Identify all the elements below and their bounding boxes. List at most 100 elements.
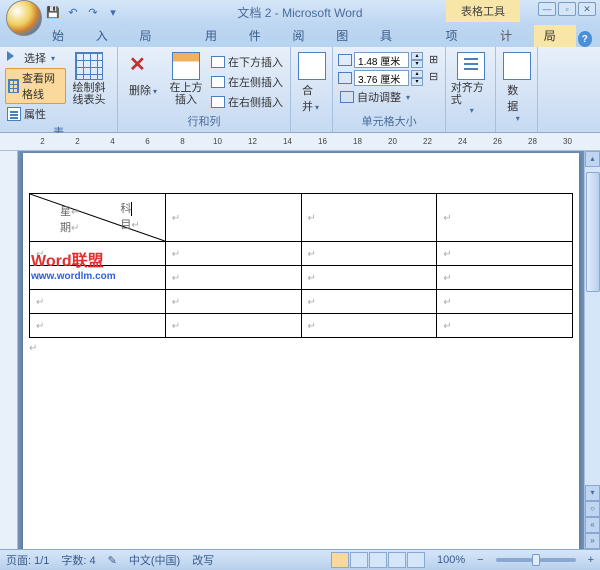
- status-bar: 页面: 1/1 字数: 4 ✎ 中文(中国) 改写 100% − +: [0, 549, 600, 570]
- save-icon[interactable]: 💾: [45, 5, 61, 21]
- ribbon-group-merge: 合并▾: [291, 47, 333, 132]
- grid-icon: [8, 79, 19, 93]
- table-cell[interactable]: ↵: [437, 290, 573, 314]
- group-label-rowcol: 行和列: [123, 112, 285, 130]
- table-cell[interactable]: ↵: [301, 290, 437, 314]
- table-cell[interactable]: ↵: [165, 314, 301, 338]
- distribute-rows-icon: ⊞: [429, 53, 438, 66]
- header-bottom-text: 星↵期↵: [60, 203, 79, 235]
- zoom-out-button[interactable]: −: [477, 554, 483, 566]
- width-up-button[interactable]: ▴: [411, 70, 423, 78]
- minimize-button[interactable]: —: [538, 2, 556, 16]
- zoom-level[interactable]: 100%: [437, 554, 465, 566]
- height-down-button[interactable]: ▾: [411, 60, 423, 68]
- close-button[interactable]: ✕: [578, 2, 596, 16]
- scroll-up-button[interactable]: ▴: [585, 151, 600, 167]
- quick-access-toolbar: 💾 ↶ ↷ ▾: [45, 5, 121, 21]
- col-width-input[interactable]: [354, 70, 409, 86]
- table-cell[interactable]: ↵: [165, 266, 301, 290]
- language-indicator[interactable]: 中文(中国): [129, 552, 180, 568]
- insert-below-icon: [211, 56, 225, 68]
- document-page[interactable]: Word联盟 www.wordlm.com 科目↵ 星↵期↵ ↵ ↵ ↵ ↵↵↵…: [23, 153, 579, 549]
- ruler-horizontal[interactable]: 224681012141618202224262830: [0, 133, 600, 151]
- redo-icon[interactable]: ↷: [85, 5, 101, 21]
- table-cell[interactable]: ↵: [437, 194, 573, 242]
- zoom-in-button[interactable]: +: [588, 554, 594, 566]
- browse-object-button[interactable]: ○: [585, 501, 600, 517]
- table-cell[interactable]: ↵: [301, 242, 437, 266]
- gridlines-button[interactable]: 查看网格线: [5, 68, 66, 104]
- table-row[interactable]: ↵↵↵↵: [30, 290, 573, 314]
- distribute-cols-icon: ⊟: [429, 70, 438, 83]
- width-icon: [338, 72, 352, 84]
- height-up-button[interactable]: ▴: [411, 52, 423, 60]
- prev-page-button[interactable]: «: [585, 517, 600, 533]
- scroll-track[interactable]: [585, 167, 600, 485]
- ribbon-group-rowcol: 删除▾ 在上方插入 在下方插入 在左侧插入 在右侧插入 行和列: [118, 47, 291, 132]
- table-cell[interactable]: ↵: [437, 314, 573, 338]
- autofit-button[interactable]: 自动调整▾: [338, 88, 423, 106]
- page-indicator[interactable]: 页面: 1/1: [6, 552, 49, 568]
- office-button[interactable]: [6, 0, 42, 36]
- align-icon: [457, 52, 485, 80]
- width-down-button[interactable]: ▾: [411, 78, 423, 86]
- group-label-merge: [296, 128, 327, 130]
- next-page-button[interactable]: »: [585, 533, 600, 549]
- table-cell[interactable]: ↵: [437, 266, 573, 290]
- cursor-icon: [7, 51, 21, 65]
- chevron-down-icon: ▾: [516, 114, 520, 123]
- document-scroll-area[interactable]: Word联盟 www.wordlm.com 科目↵ 星↵期↵ ↵ ↵ ↵ ↵↵↵…: [18, 151, 584, 549]
- table-cell[interactable]: ↵: [30, 314, 166, 338]
- insert-right-button[interactable]: 在右侧插入: [209, 93, 285, 111]
- scroll-thumb[interactable]: [586, 172, 600, 292]
- table-row[interactable]: ↵↵↵↵: [30, 314, 573, 338]
- diagonal-table-icon: [75, 52, 103, 80]
- distribute-cols-button[interactable]: ⊟: [427, 69, 440, 84]
- print-layout-view-button[interactable]: [331, 552, 349, 568]
- table-cell[interactable]: ↵: [301, 266, 437, 290]
- delete-button[interactable]: 删除▾: [123, 49, 163, 111]
- draft-view-button[interactable]: [407, 552, 425, 568]
- word-count[interactable]: 字数: 4: [61, 552, 95, 568]
- outline-view-button[interactable]: [388, 552, 406, 568]
- table-cell[interactable]: ↵: [301, 314, 437, 338]
- web-view-button[interactable]: [369, 552, 387, 568]
- table-cell[interactable]: ↵: [301, 194, 437, 242]
- qat-customize-icon[interactable]: ▾: [105, 5, 121, 21]
- select-button[interactable]: 选择▾: [5, 49, 66, 67]
- document-container: Word联盟 www.wordlm.com 科目↵ 星↵期↵ ↵ ↵ ↵ ↵↵↵…: [0, 151, 600, 549]
- undo-icon[interactable]: ↶: [65, 5, 81, 21]
- insert-above-button[interactable]: 在上方插入: [163, 49, 209, 111]
- alignment-button[interactable]: 对齐方式 ▾: [451, 49, 490, 118]
- restore-button[interactable]: ▫: [558, 2, 576, 16]
- draw-diagonal-header-button[interactable]: 绘制斜线表头: [66, 49, 112, 123]
- table-row[interactable]: 科目↵ 星↵期↵ ↵ ↵ ↵: [30, 194, 573, 242]
- table-cell[interactable]: ↵: [30, 290, 166, 314]
- properties-button[interactable]: 属性: [5, 105, 66, 123]
- data-icon: [503, 52, 531, 80]
- table-header-diagonal-cell[interactable]: 科目↵ 星↵期↵: [30, 194, 166, 242]
- table-cell[interactable]: ↵: [165, 242, 301, 266]
- ribbon-group-data: 数据 ▾: [496, 47, 538, 132]
- group-label-data: [501, 128, 532, 130]
- fullscreen-view-button[interactable]: [350, 552, 368, 568]
- paragraph-mark: ↵: [29, 343, 37, 354]
- vertical-scrollbar[interactable]: ▴ ▾ ○ « »: [584, 151, 600, 549]
- delete-icon: [129, 52, 157, 80]
- zoom-slider[interactable]: [496, 558, 576, 562]
- overtype-indicator[interactable]: 改写: [192, 552, 214, 568]
- row-height-input[interactable]: [354, 52, 409, 68]
- ruler-vertical[interactable]: [0, 151, 18, 549]
- table-cell[interactable]: ↵: [165, 194, 301, 242]
- help-icon[interactable]: ?: [578, 31, 592, 47]
- table-cell[interactable]: ↵: [165, 290, 301, 314]
- merge-button[interactable]: 合并▾: [296, 49, 327, 117]
- proofing-icon[interactable]: ✎: [108, 554, 117, 567]
- scroll-down-button[interactable]: ▾: [585, 485, 600, 501]
- table-cell[interactable]: ↵: [437, 242, 573, 266]
- zoom-thumb[interactable]: [532, 554, 540, 566]
- distribute-rows-button[interactable]: ⊞: [427, 52, 440, 67]
- data-button[interactable]: 数据 ▾: [501, 49, 532, 126]
- insert-left-button[interactable]: 在左侧插入: [209, 73, 285, 91]
- insert-below-button[interactable]: 在下方插入: [209, 53, 285, 71]
